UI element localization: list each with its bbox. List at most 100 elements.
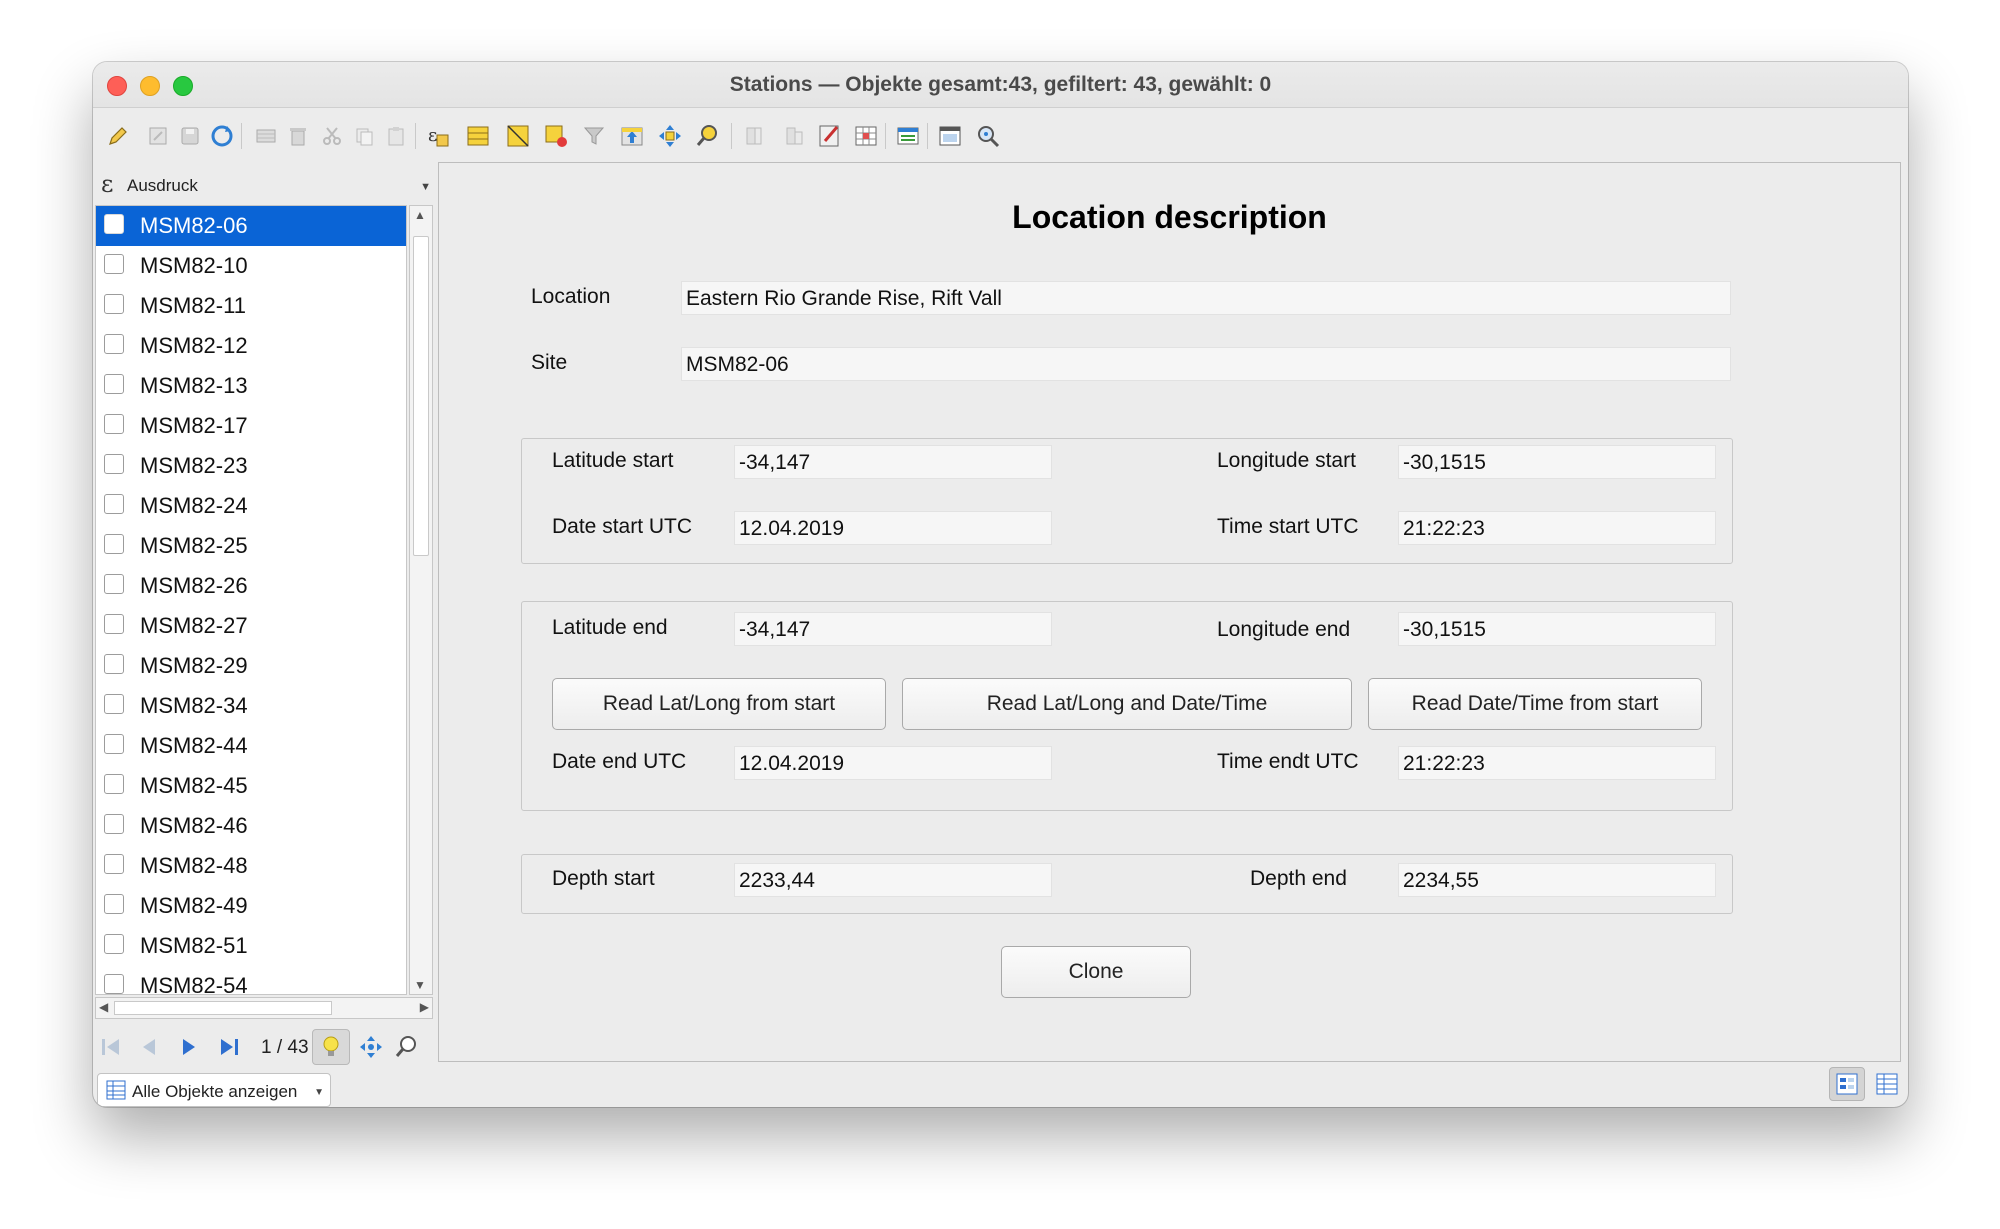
clone-button[interactable]: Clone — [1001, 946, 1191, 998]
date-start-field[interactable]: 12.04.2019 — [734, 511, 1052, 545]
list-item[interactable]: MSM82-48 — [96, 846, 406, 886]
cut-icon[interactable] — [317, 121, 347, 151]
filter-icon[interactable] — [579, 121, 609, 151]
vertical-scrollbar[interactable]: ▲ ▼ — [409, 205, 433, 995]
checkbox[interactable] — [104, 974, 124, 994]
latitude-end-field[interactable]: -34,147 — [734, 612, 1052, 646]
dock-attribute-table-icon[interactable] — [893, 121, 923, 151]
add-feature-icon[interactable] — [251, 121, 281, 151]
list-item[interactable]: MSM82-54 — [96, 966, 406, 994]
reload-icon[interactable] — [207, 121, 237, 151]
list-item[interactable]: MSM82-26 — [96, 566, 406, 606]
list-item[interactable]: MSM82-25 — [96, 526, 406, 566]
scroll-down-icon[interactable]: ▼ — [414, 978, 426, 992]
depth-start-field[interactable]: 2233,44 — [734, 863, 1052, 897]
checkbox[interactable] — [104, 654, 124, 674]
longitude-end-field[interactable]: -30,1515 — [1398, 612, 1716, 646]
show-all-features-dropdown[interactable]: Alle Objekte anzeigen ▼ — [97, 1073, 331, 1107]
form-view-toggle[interactable] — [1829, 1067, 1865, 1101]
next-feature-icon[interactable] — [175, 1033, 203, 1061]
list-item[interactable]: MSM82-24 — [96, 486, 406, 526]
checkbox[interactable] — [104, 334, 124, 354]
identify-icon[interactable] — [973, 121, 1003, 151]
checkbox[interactable] — [104, 614, 124, 634]
invert-selection-icon[interactable] — [503, 121, 533, 151]
list-item[interactable]: MSM82-46 — [96, 806, 406, 846]
scroll-up-icon[interactable]: ▲ — [414, 208, 426, 222]
time-start-field[interactable]: 21:22:23 — [1398, 511, 1716, 545]
checkbox[interactable] — [104, 854, 124, 874]
last-feature-icon[interactable] — [215, 1033, 243, 1061]
checkbox[interactable] — [104, 254, 124, 274]
depth-end-field[interactable]: 2234,55 — [1398, 863, 1716, 897]
checkbox[interactable] — [104, 454, 124, 474]
checkbox[interactable] — [104, 774, 124, 794]
list-item[interactable]: MSM82-27 — [96, 606, 406, 646]
edit-multiple-icon[interactable] — [143, 121, 173, 151]
time-end-field[interactable]: 21:22:23 — [1398, 746, 1716, 780]
delete-feature-icon[interactable] — [283, 121, 313, 151]
checkbox[interactable] — [104, 414, 124, 434]
checkbox[interactable] — [104, 214, 124, 234]
new-field-icon[interactable] — [739, 121, 769, 151]
checkbox[interactable] — [104, 294, 124, 314]
list-item[interactable]: MSM82-23 — [96, 446, 406, 486]
zoom-to-feature-icon[interactable] — [393, 1033, 421, 1061]
read-latlong-from-start-button[interactable]: Read Lat/Long from start — [552, 678, 886, 730]
conditional-formatting-icon[interactable] — [851, 121, 881, 151]
deselect-icon[interactable] — [541, 121, 571, 151]
read-datetime-from-start-button[interactable]: Read Date/Time from start — [1368, 678, 1702, 730]
checkbox[interactable] — [104, 534, 124, 554]
checkbox[interactable] — [104, 814, 124, 834]
select-all-icon[interactable] — [463, 121, 493, 151]
list-item[interactable]: MSM82-13 — [96, 366, 406, 406]
location-field[interactable]: Eastern Rio Grande Rise, Rift Vall — [681, 281, 1731, 315]
list-item[interactable]: MSM82-45 — [96, 766, 406, 806]
list-item[interactable]: MSM82-11 — [96, 286, 406, 326]
site-field[interactable]: MSM82-06 — [681, 347, 1731, 381]
checkbox[interactable] — [104, 494, 124, 514]
select-by-expression-icon[interactable]: ε — [423, 121, 453, 151]
list-item[interactable]: MSM82-12 — [96, 326, 406, 366]
checkbox[interactable] — [104, 694, 124, 714]
pencil-icon[interactable] — [103, 121, 133, 151]
scroll-left-icon[interactable]: ◀ — [99, 1000, 108, 1014]
previous-feature-icon[interactable] — [135, 1033, 163, 1061]
copy-icon[interactable] — [349, 121, 379, 151]
list-item[interactable]: MSM82-49 — [96, 886, 406, 926]
save-icon[interactable] — [175, 121, 205, 151]
read-latlong-and-datetime-button[interactable]: Read Lat/Long and Date/Time — [902, 678, 1352, 730]
list-item[interactable]: MSM82-44 — [96, 726, 406, 766]
checkbox[interactable] — [104, 374, 124, 394]
scrollbar-thumb[interactable] — [413, 236, 429, 556]
scrollbar-thumb[interactable] — [114, 1001, 332, 1015]
pan-to-selection-icon[interactable] — [655, 121, 685, 151]
list-item[interactable]: MSM82-06 — [96, 206, 406, 246]
zoom-to-selection-icon[interactable] — [693, 121, 723, 151]
checkbox[interactable] — [104, 894, 124, 914]
table-view-toggle[interactable] — [1869, 1067, 1905, 1101]
latitude-start-field[interactable]: -34,147 — [734, 445, 1052, 479]
longitude-start-field[interactable]: -30,1515 — [1398, 445, 1716, 479]
delete-field-icon[interactable] — [779, 121, 809, 151]
actions-icon[interactable] — [935, 121, 965, 151]
checkbox[interactable] — [104, 574, 124, 594]
list-item[interactable]: MSM82-34 — [96, 686, 406, 726]
move-selection-to-top-icon[interactable] — [617, 121, 647, 151]
list-item[interactable]: MSM82-10 — [96, 246, 406, 286]
list-item[interactable]: MSM82-29 — [96, 646, 406, 686]
expression-selector[interactable]: ε Ausdruck ▼ — [95, 165, 435, 203]
first-feature-icon[interactable] — [97, 1033, 125, 1061]
pan-to-feature-icon[interactable] — [357, 1033, 385, 1061]
scroll-right-icon[interactable]: ▶ — [420, 1000, 429, 1014]
field-calculator-icon[interactable] — [815, 121, 845, 151]
list-item[interactable]: MSM82-51 — [96, 926, 406, 966]
paste-icon[interactable] — [381, 121, 411, 151]
checkbox[interactable] — [104, 934, 124, 954]
checkbox[interactable] — [104, 734, 124, 754]
horizontal-scrollbar[interactable]: ◀ ▶ — [95, 997, 433, 1019]
chevron-down-icon: ▼ — [420, 181, 431, 193]
list-item[interactable]: MSM82-17 — [96, 406, 406, 446]
highlight-feature-button[interactable] — [312, 1029, 350, 1065]
date-end-field[interactable]: 12.04.2019 — [734, 746, 1052, 780]
